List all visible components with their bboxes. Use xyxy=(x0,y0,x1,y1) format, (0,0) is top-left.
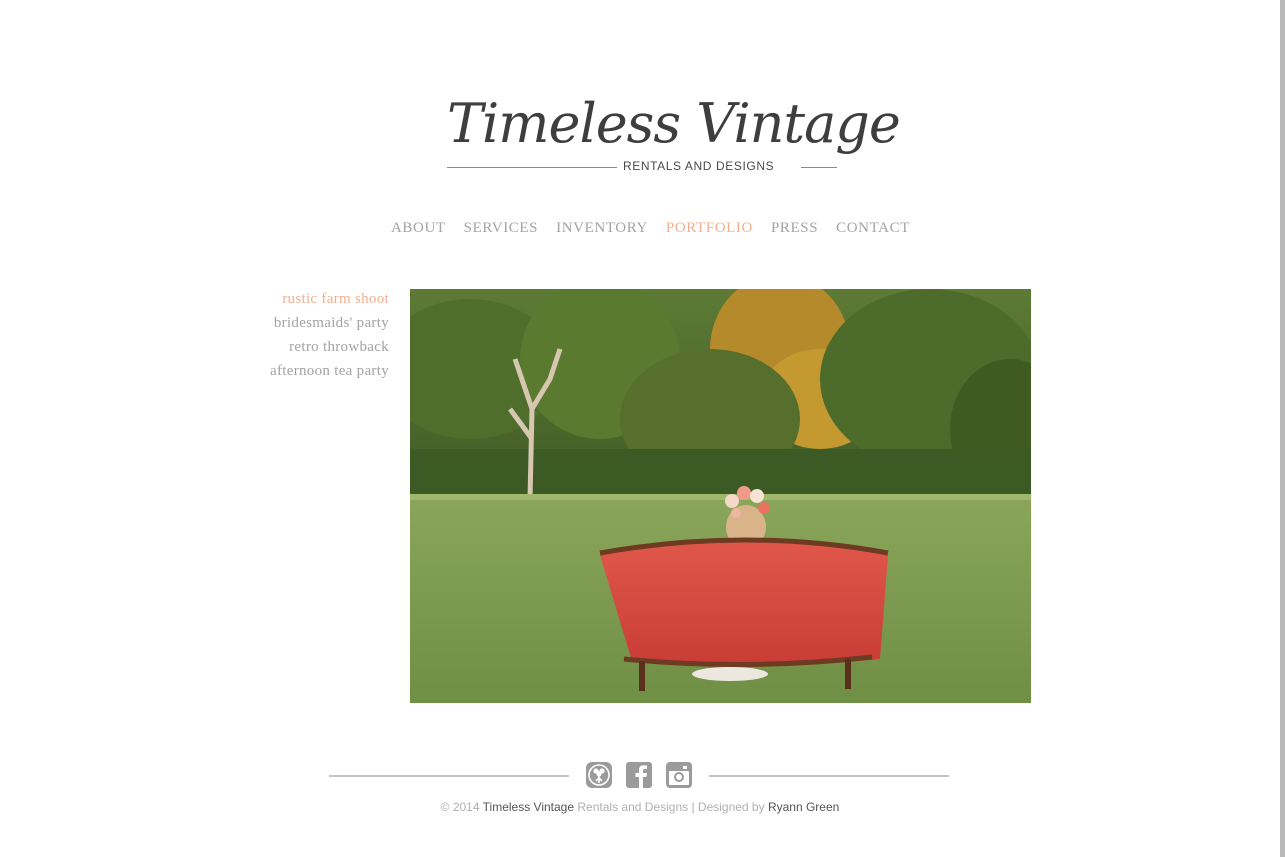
logo-script-text: Timeless Vintage xyxy=(447,92,901,155)
nav-services[interactable]: SERVICES xyxy=(464,220,538,240)
site-logo[interactable]: Timeless Vintage RENTALS AND DESIGNS xyxy=(443,92,901,182)
nav-portfolio[interactable]: PORTFOLIO xyxy=(666,220,753,240)
portfolio-item-rustic-farm-shoot[interactable]: rustic farm shoot xyxy=(200,287,389,311)
facebook-icon[interactable] xyxy=(626,762,652,788)
nav-about[interactable]: ABOUT xyxy=(391,220,446,240)
logo-subtitle: RENTALS AND DESIGNS xyxy=(623,159,775,173)
scrollbar[interactable] xyxy=(1280,0,1285,857)
nav-contact[interactable]: CONTACT xyxy=(836,220,910,240)
logo-rule-right xyxy=(801,167,837,168)
portfolio-menu: rustic farm shoot bridesmaids' party ret… xyxy=(200,287,389,383)
portfolio-item-retro-throwback[interactable]: retro throwback xyxy=(200,335,389,359)
designer-link[interactable]: Ryann Green xyxy=(768,800,839,814)
bouquet-icon[interactable] xyxy=(586,762,612,788)
instagram-icon[interactable] xyxy=(666,762,692,788)
footer-rule-left xyxy=(329,775,569,777)
copyright-middle: Rentals and Designs | Designed by xyxy=(574,800,768,814)
portfolio-item-bridesmaids-party[interactable]: bridesmaids' party xyxy=(200,311,389,335)
nav-inventory[interactable]: INVENTORY xyxy=(556,220,648,240)
nav-press[interactable]: PRESS xyxy=(771,220,818,240)
footer-brand-link[interactable]: Timeless Vintage xyxy=(483,800,574,814)
logo-rule-left xyxy=(447,167,617,168)
portfolio-photo[interactable] xyxy=(410,289,1031,703)
copyright-prefix: © 2014 xyxy=(440,800,483,814)
portfolio-item-afternoon-tea-party[interactable]: afternoon tea party xyxy=(200,359,389,383)
footer-rule-right xyxy=(709,775,949,777)
main-nav: ABOUT SERVICES INVENTORY PORTFOLIO PRESS… xyxy=(391,220,910,240)
photo-red-settee-in-field xyxy=(410,289,1031,703)
copyright: © 2014 Timeless Vintage Rentals and Desi… xyxy=(300,800,980,814)
